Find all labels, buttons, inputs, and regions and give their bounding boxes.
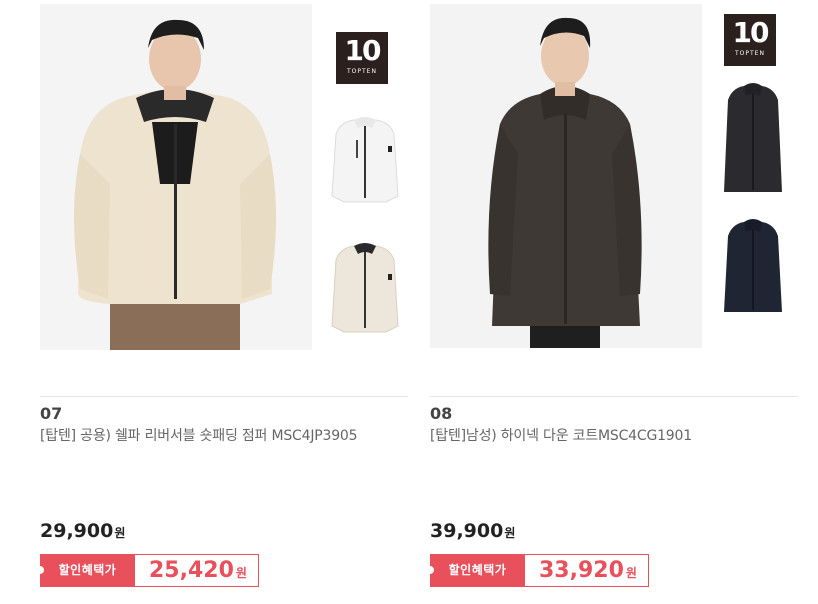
divider [430,396,798,397]
discount-price-currency: 원 [625,566,637,580]
discount-price: 33,920 원 [525,554,649,587]
color-thumbnail-navy[interactable] [714,216,792,334]
color-thumbnail-charcoal[interactable] [714,80,792,198]
product-price: 39,900원 [430,520,515,542]
logo-number: 10 [344,34,382,67]
divider [40,396,408,397]
product-card[interactable]: 10 TOPTEN 08 [탑텐]남성) 하이넥 다운 코트MSC4CG1901… [426,0,800,604]
price-value: 39,900 [430,520,504,542]
product-title[interactable]: [탑텐]남성) 하이넥 다운 코트MSC4CG1901 [430,426,782,446]
color-thumbnail-beige[interactable] [326,238,404,334]
price-value: 29,900 [40,520,114,542]
discount-price-currency: 원 [235,566,247,580]
product-rank: 07 [40,404,63,423]
product-rank: 08 [430,404,453,423]
logo-text: TOPTEN [347,68,377,75]
discount-label: 할인혜택가 [426,554,525,587]
product-main-image[interactable] [430,4,702,348]
topten-logo: 10 TOPTEN [724,14,776,66]
topten-logo: 10 TOPTEN [336,32,388,84]
discount-price-value: 33,920 [539,558,624,583]
discount-badge: 할인혜택가 33,920 원 [426,554,649,587]
product-title[interactable]: [탑텐] 공용) 쉘파 리버서블 숏패딩 점퍼 MSC4JP3905 [40,426,392,446]
discount-price: 25,420 원 [135,554,259,587]
product-main-image[interactable] [40,4,312,350]
price-currency: 원 [114,526,126,540]
price-currency: 원 [504,526,516,540]
color-thumbnail-white[interactable] [326,112,404,208]
discount-price-value: 25,420 [149,558,234,583]
product-price: 29,900원 [40,520,125,542]
logo-number: 10 [732,16,770,49]
logo-text: TOPTEN [735,50,765,57]
discount-label: 할인혜택가 [36,554,135,587]
discount-badge: 할인혜택가 25,420 원 [36,554,259,587]
product-card[interactable]: 10 TOPTEN 07 [탑텐] 공용) 쉘파 리버서블 숏패딩 점퍼 MSC… [36,0,410,604]
